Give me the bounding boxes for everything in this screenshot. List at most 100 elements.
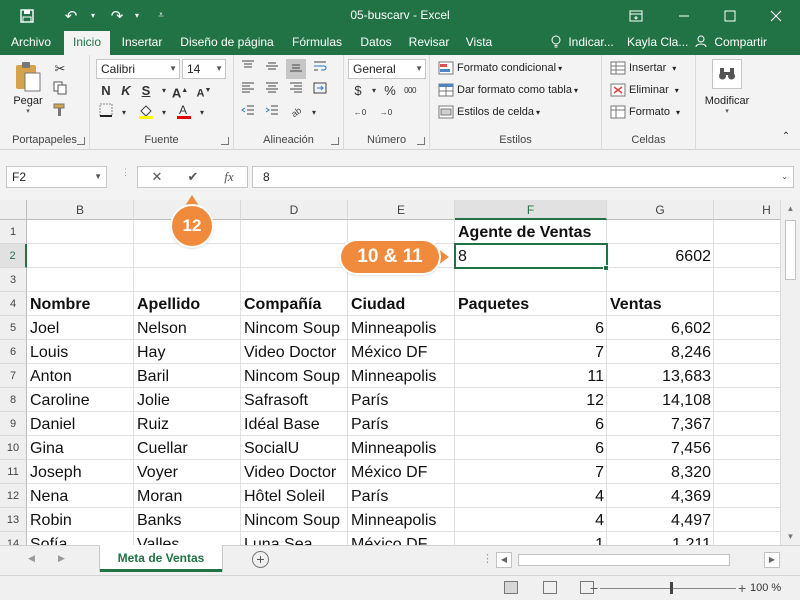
- wrap-text-icon[interactable]: [310, 59, 330, 79]
- table-header-cell[interactable]: Ciudad: [348, 292, 455, 316]
- table-cell[interactable]: México DF: [348, 340, 455, 364]
- table-cell[interactable]: 13,683: [607, 364, 714, 388]
- maximize-icon[interactable]: [708, 0, 752, 31]
- vertical-scrollbar[interactable]: ▲ ▼: [780, 200, 800, 545]
- table-cell[interactable]: 1,211: [607, 532, 714, 545]
- formula-bar-resize-handle[interactable]: ⋮: [121, 168, 130, 184]
- orientation-dropdown-icon[interactable]: ▾: [304, 103, 324, 123]
- bold-button[interactable]: N: [96, 81, 116, 101]
- borders-icon[interactable]: [96, 103, 116, 123]
- format-cells-button[interactable]: Formato ▾: [610, 105, 680, 119]
- row-header-2[interactable]: 2: [0, 244, 27, 268]
- collapse-ribbon-icon[interactable]: ⌃: [776, 127, 796, 147]
- table-cell[interactable]: Gina: [27, 436, 134, 460]
- tab-revisar[interactable]: Revisar: [404, 31, 454, 55]
- table-cell[interactable]: Baril: [134, 364, 241, 388]
- column-header-g[interactable]: G: [607, 200, 714, 220]
- percent-button[interactable]: %: [380, 81, 400, 101]
- editing-button[interactable]: Modificar ▾: [698, 59, 756, 119]
- table-cell[interactable]: Nincom Soup: [241, 316, 348, 340]
- table-cell[interactable]: Hôtel Soleil: [241, 484, 348, 508]
- table-cell[interactable]: París: [348, 484, 455, 508]
- horizontal-scrollbar[interactable]: ◀ ▶: [496, 552, 780, 568]
- format-as-table-button[interactable]: Dar formato como tabla ▾: [438, 83, 578, 97]
- row-header-14[interactable]: 14: [0, 532, 27, 545]
- conditional-formatting-button[interactable]: Formato condicional ▾: [438, 61, 562, 75]
- cancel-entry-icon[interactable]: ✕: [144, 167, 170, 187]
- vertical-scroll-thumb[interactable]: [785, 220, 796, 280]
- fill-color-icon[interactable]: [136, 103, 156, 123]
- tab-split-handle[interactable]: ⋮: [482, 552, 493, 565]
- account-user-name[interactable]: Kayla Cla...: [627, 31, 688, 55]
- table-cell[interactable]: Anton: [27, 364, 134, 388]
- table-header-cell[interactable]: Paquetes: [455, 292, 607, 316]
- table-cell[interactable]: Valles: [134, 532, 241, 545]
- page-layout-view-icon[interactable]: [543, 581, 557, 594]
- decrease-decimal-icon[interactable]: →0: [376, 103, 396, 123]
- delete-cells-button[interactable]: Eliminar ▾: [610, 83, 679, 97]
- row-header-3[interactable]: 3: [0, 268, 27, 292]
- font-name-combo[interactable]: Calibri ▼: [96, 59, 180, 79]
- insert-function-icon[interactable]: fx: [216, 167, 242, 187]
- table-cell[interactable]: Idéal Base: [241, 412, 348, 436]
- share-button[interactable]: Compartir: [695, 31, 790, 55]
- insert-cells-button[interactable]: Insertar ▾: [610, 61, 676, 75]
- zoom-in-icon[interactable]: +: [738, 580, 746, 596]
- column-header-h[interactable]: H: [714, 200, 780, 220]
- table-cell[interactable]: París: [348, 412, 455, 436]
- expand-formula-bar-icon[interactable]: ⌄: [781, 167, 788, 187]
- table-cell[interactable]: 7: [455, 340, 607, 364]
- italic-button[interactable]: K: [116, 81, 136, 101]
- row-header-12[interactable]: 12: [0, 484, 27, 508]
- table-header-cell[interactable]: Apellido: [134, 292, 241, 316]
- tab-insertar[interactable]: Insertar: [114, 31, 170, 55]
- underline-button[interactable]: S: [136, 81, 156, 101]
- table-cell[interactable]: Moran: [134, 484, 241, 508]
- table-cell[interactable]: Ruiz: [134, 412, 241, 436]
- cut-icon[interactable]: ✂: [50, 59, 70, 79]
- table-cell[interactable]: 6: [455, 316, 607, 340]
- fill-handle[interactable]: [603, 265, 609, 271]
- table-cell[interactable]: Nincom Soup: [241, 364, 348, 388]
- table-cell[interactable]: 8,320: [607, 460, 714, 484]
- table-cell[interactable]: Luna Sea: [241, 532, 348, 545]
- table-cell[interactable]: 12: [455, 388, 607, 412]
- paste-button[interactable]: Pegar ▾: [8, 61, 48, 119]
- table-cell[interactable]: México DF: [348, 460, 455, 484]
- font-launcher-icon[interactable]: [221, 137, 229, 145]
- table-cell[interactable]: Nelson: [134, 316, 241, 340]
- table-cell[interactable]: SocialU: [241, 436, 348, 460]
- zoom-slider-track[interactable]: [600, 588, 736, 589]
- column-header-d[interactable]: D: [241, 200, 348, 220]
- table-cell[interactable]: México DF: [348, 532, 455, 545]
- column-header-e[interactable]: E: [348, 200, 455, 220]
- close-icon[interactable]: [754, 0, 798, 31]
- table-header-cell[interactable]: Ventas: [607, 292, 714, 316]
- table-cell[interactable]: Joel: [27, 316, 134, 340]
- row-header-6[interactable]: 6: [0, 340, 27, 364]
- table-cell[interactable]: Robin: [27, 508, 134, 532]
- table-cell[interactable]: Banks: [134, 508, 241, 532]
- table-cell[interactable]: Jolie: [134, 388, 241, 412]
- column-header-b[interactable]: B: [27, 200, 134, 220]
- zoom-out-icon[interactable]: −: [590, 580, 598, 596]
- cell-agent-label[interactable]: Agente de Ventas: [455, 220, 655, 244]
- table-cell[interactable]: 7,367: [607, 412, 714, 436]
- tab-datos[interactable]: Datos: [354, 31, 398, 55]
- table-cell[interactable]: Video Doctor: [241, 460, 348, 484]
- table-cell[interactable]: 6: [455, 412, 607, 436]
- table-cell[interactable]: 6,602: [607, 316, 714, 340]
- scroll-down-icon[interactable]: ▼: [781, 528, 800, 545]
- table-cell[interactable]: Voyer: [134, 460, 241, 484]
- comma-style-button[interactable]: 000: [400, 81, 420, 101]
- tell-me-box[interactable]: Indicar...: [551, 31, 614, 55]
- select-all-corner[interactable]: [0, 200, 27, 220]
- table-cell[interactable]: Nincom Soup: [241, 508, 348, 532]
- add-sheet-icon[interactable]: +: [252, 551, 269, 568]
- table-cell[interactable]: 8,246: [607, 340, 714, 364]
- tab-archivo[interactable]: Archivo: [2, 31, 60, 55]
- table-cell[interactable]: 4,497: [607, 508, 714, 532]
- increase-indent-icon[interactable]: [262, 103, 282, 123]
- table-cell[interactable]: Minneapolis: [348, 364, 455, 388]
- enter-entry-icon[interactable]: ✔: [180, 167, 206, 187]
